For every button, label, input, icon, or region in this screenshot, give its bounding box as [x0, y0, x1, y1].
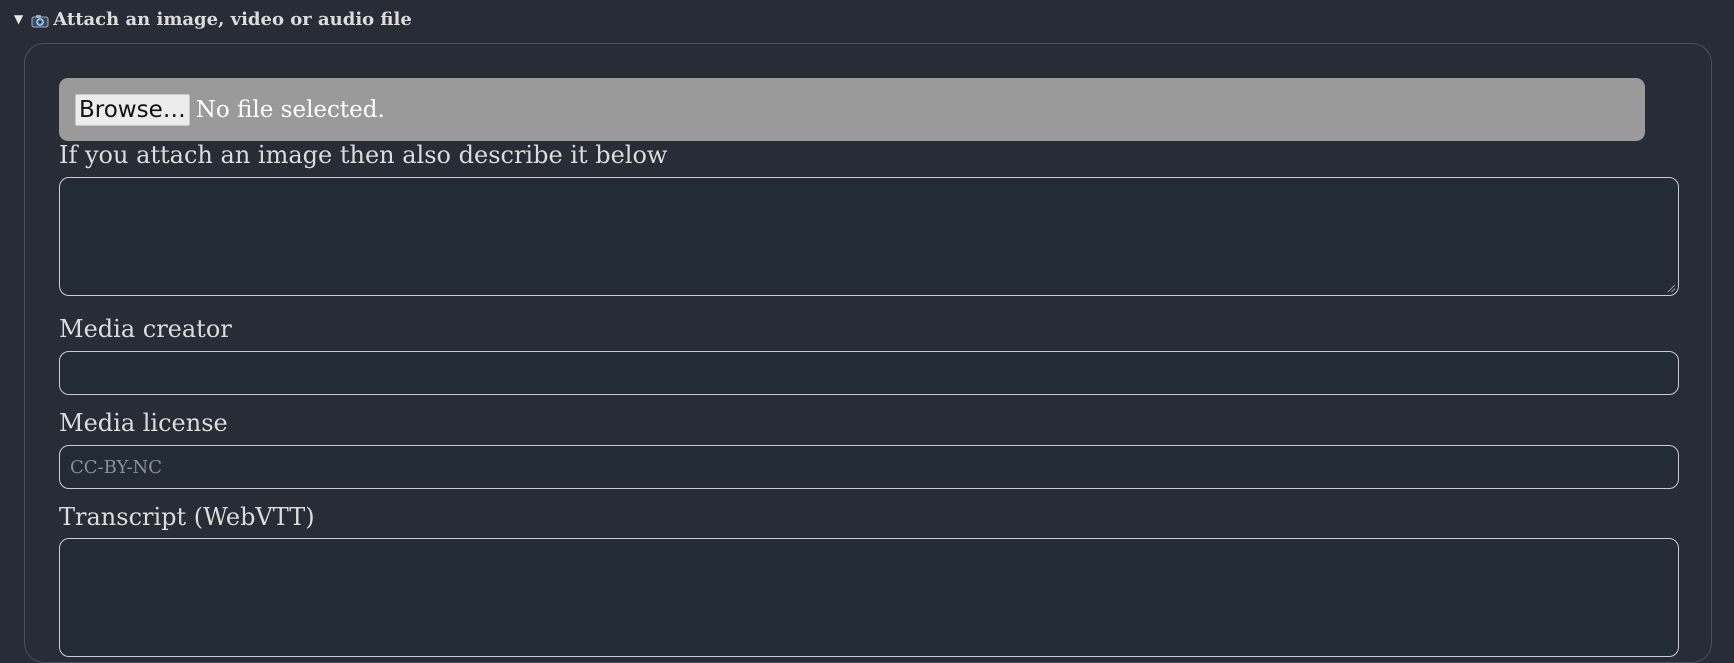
transcript-label: Transcript (WebVTT): [59, 503, 315, 531]
file-status: No file selected.: [195, 96, 385, 123]
attach-media-title: Attach an image, video or audio file: [53, 8, 412, 30]
image-description-label: If you attach an image then also describ…: [59, 141, 668, 169]
disclosure-triangle-icon: ▼: [14, 12, 24, 26]
media-creator-input[interactable]: [59, 351, 1679, 395]
media-license-input[interactable]: [59, 445, 1679, 489]
media-creator-label: Media creator: [59, 315, 232, 343]
camera-icon: [31, 12, 49, 28]
attach-media-summary[interactable]: ▼ Attach an image, video or audio file: [14, 8, 412, 30]
media-license-label: Media license: [59, 409, 228, 437]
image-description-textarea[interactable]: [59, 177, 1679, 296]
file-picker[interactable]: Browse… No file selected.: [59, 78, 1645, 141]
transcript-textarea[interactable]: [59, 538, 1679, 657]
browse-button[interactable]: Browse…: [75, 93, 190, 126]
